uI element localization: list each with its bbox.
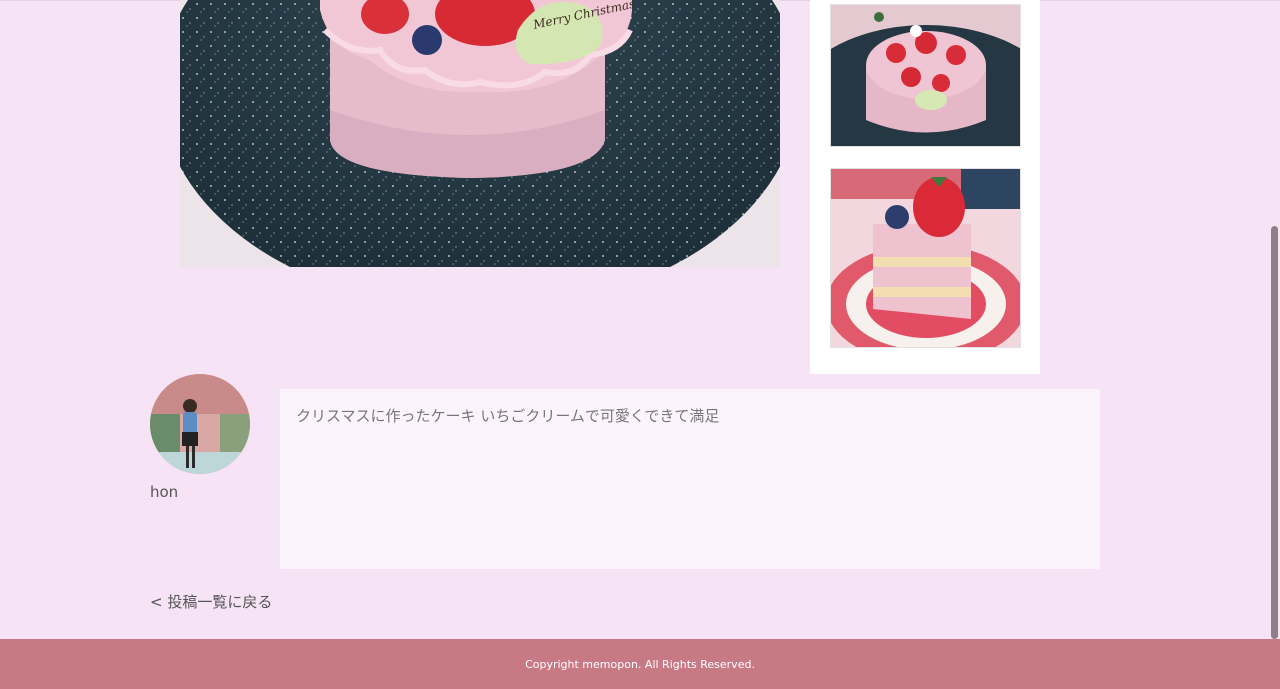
thumbnail-cake-whole[interactable] <box>830 4 1021 147</box>
main-post-photo: Merry Christmas <box>180 0 780 267</box>
post-comment-box: クリスマスに作ったケーキ いちごクリームで可愛くできて満足 <box>280 389 1100 569</box>
user-avatar[interactable] <box>150 374 250 474</box>
footer-copyright: Copyright memopon. All Rights Reserved. <box>525 657 755 671</box>
thumbnail-cake-slice[interactable] <box>830 168 1021 348</box>
scrollbar-thumb[interactable] <box>1271 226 1278 639</box>
back-to-list-link[interactable]: < 投稿一覧に戻る <box>150 591 272 612</box>
footer: Copyright memopon. All Rights Reserved. <box>0 639 1280 689</box>
thumbnail-panel <box>810 0 1040 374</box>
page-scrollbar[interactable] <box>1270 0 1280 639</box>
post-comment-text: クリスマスに作ったケーキ いちごクリームで可愛くできて満足 <box>296 407 720 425</box>
user-name: hon <box>150 483 179 501</box>
